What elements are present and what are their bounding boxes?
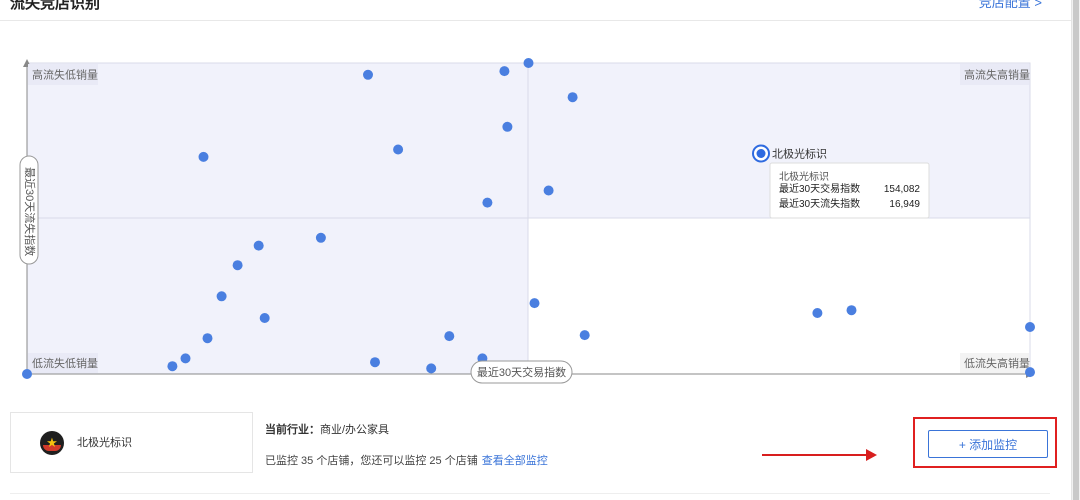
monitor-panel: ★ 北极光标识 当前行业：商业/办公家具 已监控 35 个店铺，您还可以监控 2… bbox=[0, 400, 1072, 500]
scatter-point[interactable] bbox=[167, 361, 178, 372]
view-all-monitors-link[interactable]: 查看全部监控 bbox=[482, 455, 548, 467]
annotation-arrow bbox=[762, 454, 870, 456]
quadrant-label-bottom-left: 低流失低销量 bbox=[32, 356, 98, 370]
current-industry: 当前行业：商业/办公家具 bbox=[265, 421, 389, 437]
industry-value: 商业/办公家具 bbox=[320, 424, 390, 436]
tooltip-row-value: 16,949 bbox=[889, 199, 920, 210]
section-header: 流失竞店识别 竞店配置 > bbox=[0, 0, 1072, 21]
scatter-point[interactable] bbox=[198, 151, 209, 162]
scatter-point[interactable] bbox=[567, 92, 578, 103]
scatter-point[interactable] bbox=[846, 305, 857, 316]
quadrant-bottom-right-bg bbox=[528, 218, 1030, 374]
x-axis-title: 最近30天交易指数 bbox=[477, 365, 566, 379]
scatter-point[interactable] bbox=[363, 69, 373, 80]
scatter-point[interactable] bbox=[202, 333, 213, 344]
scatter-point[interactable] bbox=[1025, 322, 1035, 332]
scatter-point[interactable] bbox=[393, 144, 404, 155]
scatter-point[interactable] bbox=[482, 197, 493, 208]
store-name: 北极光标识 bbox=[77, 437, 132, 449]
scatter-point[interactable] bbox=[370, 357, 380, 368]
scatter-point[interactable] bbox=[543, 185, 554, 196]
scatter-point[interactable] bbox=[529, 298, 540, 309]
quadrant-bottom-left-bg bbox=[27, 218, 528, 374]
store-card: ★ 北极光标识 bbox=[10, 412, 253, 473]
industry-label: 当前行业： bbox=[265, 424, 320, 436]
divider bbox=[10, 493, 1050, 494]
scatter-point[interactable] bbox=[444, 331, 455, 342]
y-axis-title: 最近30天流失指数 bbox=[23, 167, 37, 256]
scatter-point[interactable] bbox=[426, 363, 437, 374]
annotation-arrow-head bbox=[866, 449, 877, 461]
add-monitor-button[interactable]: + 添加监控 bbox=[928, 430, 1048, 458]
scatter-point[interactable] bbox=[216, 291, 227, 302]
scrollbar-thumb[interactable] bbox=[1073, 0, 1079, 500]
y-axis-label: 最近30天流失指数 bbox=[19, 155, 39, 265]
scatter-point[interactable] bbox=[180, 353, 191, 364]
quota-text: 已监控 35 个店铺，您还可以监控 25 个店铺 bbox=[265, 455, 478, 467]
x-axis-label: 最近30天交易指数 bbox=[470, 360, 573, 384]
quadrant-label-top-right: 高流失高销量 bbox=[964, 68, 1030, 82]
tooltip-row-label: 最近30天流失指数 bbox=[779, 197, 860, 210]
scatter-point[interactable] bbox=[502, 121, 513, 132]
scatter-point[interactable] bbox=[22, 369, 32, 379]
scatter-point[interactable] bbox=[523, 58, 534, 68]
tooltip-row-label: 最近30天交易指数 bbox=[779, 182, 860, 195]
scatter-point[interactable] bbox=[1025, 367, 1035, 378]
scatter-point[interactable] bbox=[812, 308, 823, 318]
monitor-quota: 已监控 35 个店铺，您还可以监控 25 个店铺 查看全部监控 bbox=[265, 452, 548, 468]
star-icon: ★ bbox=[46, 435, 58, 450]
store-logo: ★ bbox=[40, 431, 64, 455]
scatter-point[interactable] bbox=[232, 260, 243, 271]
quadrant-label-bottom-right: 低流失高销量 bbox=[964, 356, 1030, 370]
quadrant-label-top-left: 高流失低销量 bbox=[32, 68, 98, 82]
competitor-config-link[interactable]: 竞店配置 > bbox=[979, 0, 1042, 11]
scatter-point[interactable] bbox=[579, 330, 590, 341]
scatter-point[interactable] bbox=[499, 66, 510, 77]
tooltip-title: 北极光标识 bbox=[779, 170, 829, 183]
competitor-scatter-chart: 高流失低销量 高流失高销量 低流失低销量 低流失高销量 北极光标识 北极光标识 … bbox=[19, 58, 1035, 384]
highlight-point-label: 北极光标识 bbox=[772, 147, 827, 161]
scatter-point[interactable] bbox=[253, 240, 264, 251]
tooltip-row-value: 154,082 bbox=[884, 184, 921, 195]
scatter-point[interactable] bbox=[315, 232, 326, 243]
page-scrollbar[interactable] bbox=[1071, 0, 1080, 500]
point-tooltip: 北极光标识 最近30天交易指数 154,082 最近30天流失指数 16,949 bbox=[769, 162, 930, 219]
quadrant-top-left-bg bbox=[27, 63, 528, 218]
scatter-point[interactable] bbox=[259, 313, 270, 323]
section-title: 流失竞店识别 bbox=[10, 0, 101, 12]
highlight-point[interactable] bbox=[756, 149, 766, 158]
